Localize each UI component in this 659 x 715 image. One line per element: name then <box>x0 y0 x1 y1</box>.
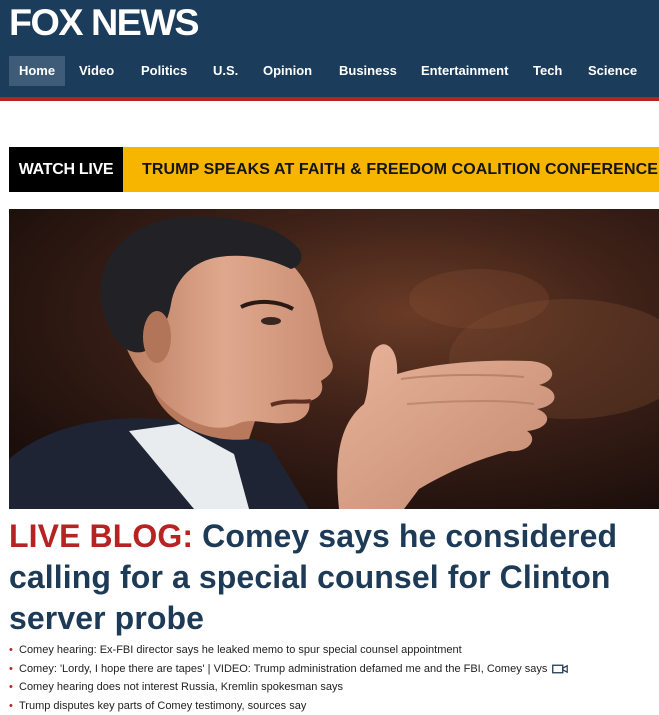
nav-entertainment[interactable]: Entertainment <box>421 56 508 86</box>
nav-tech[interactable]: Tech <box>533 56 562 86</box>
related-story-link[interactable]: Comey: 'Lordy, I hope there are tapes' |… <box>19 663 547 675</box>
nav-opinion[interactable]: Opinion <box>263 56 312 86</box>
nav-politics[interactable]: Politics <box>141 56 187 86</box>
bullet-dot: • <box>9 697 13 715</box>
bullet-dot: • <box>9 641 13 660</box>
nav-video[interactable]: Video <box>79 56 114 86</box>
related-stories-list: • Comey hearing: Ex-FBI director says he … <box>9 641 657 715</box>
site-header: FOX NEWS Home Video Politics U.S. Opinio… <box>0 0 659 97</box>
nav-business[interactable]: Business <box>339 56 397 86</box>
hero-photo[interactable] <box>9 209 659 509</box>
watch-live-tag[interactable]: WATCH LIVE <box>9 147 123 192</box>
bullet-dot: • <box>9 660 13 679</box>
list-item[interactable]: • Comey: 'Lordy, I hope there are tapes' … <box>9 660 657 679</box>
man-speaking-photo-illustration <box>9 209 659 509</box>
list-item[interactable]: • Comey hearing: Ex-FBI director says he … <box>9 641 657 660</box>
watch-live-headline[interactable]: TRUMP SPEAKS AT FAITH & FREEDOM COALITIO… <box>142 147 659 192</box>
video-camera-icon[interactable] <box>552 664 568 674</box>
nav-home[interactable]: Home <box>9 56 65 86</box>
related-story-link[interactable]: Comey hearing does not interest Russia, … <box>19 681 343 693</box>
header-red-rule <box>0 97 659 101</box>
main-nav: Home Video Politics U.S. Opinion Busines… <box>0 56 659 86</box>
nav-us[interactable]: U.S. <box>213 56 238 86</box>
live-blog-kicker[interactable]: LIVE BLOG: <box>9 518 193 554</box>
nav-science[interactable]: Science <box>588 56 637 86</box>
main-headline[interactable]: LIVE BLOG: Comey says he considered call… <box>9 516 657 639</box>
bullet-dot: • <box>9 678 13 697</box>
related-story-link[interactable]: Comey hearing: Ex-FBI director says he l… <box>19 644 462 656</box>
watch-live-banner[interactable]: WATCH LIVE TRUMP SPEAKS AT FAITH & FREED… <box>9 147 659 192</box>
list-item[interactable]: •Trump disputes key parts of Comey testi… <box>9 697 657 715</box>
fox-news-logo[interactable]: FOX NEWS <box>9 3 198 43</box>
list-item[interactable]: • Comey hearing does not interest Russia,… <box>9 678 657 697</box>
